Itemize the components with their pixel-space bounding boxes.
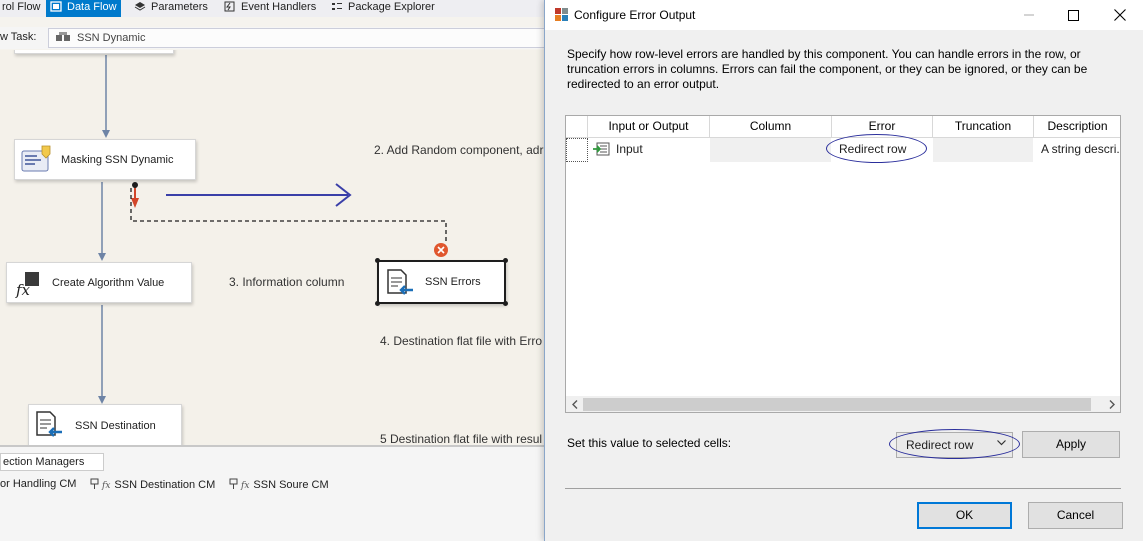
tab-control-flow[interactable]: rol Flow — [0, 0, 45, 17]
grid-header: Input or Output Column Error Truncation … — [566, 116, 1120, 138]
annotation-step-5[interactable]: 5 Destination flat file with resul — [380, 432, 542, 445]
maximize-icon — [1068, 9, 1079, 21]
close-icon — [1113, 9, 1126, 21]
cell-description[interactable]: A string descri... — [1034, 138, 1120, 162]
parameters-icon — [134, 2, 146, 11]
flow-node-masking-ssn-dynamic[interactable]: Masking SSN Dynamic — [14, 139, 196, 180]
column-header-input-or-output[interactable]: Input or Output — [588, 116, 710, 138]
horizontal-scrollbar[interactable] — [566, 396, 1120, 412]
annotation-step-2[interactable]: 2. Add Random component, adr — [374, 143, 543, 157]
tab-event-handlers[interactable]: Event Handlers — [220, 0, 320, 17]
expression-icon: fx — [241, 481, 250, 491]
dialog-app-icon — [555, 8, 568, 21]
flat-file-destination-icon — [387, 269, 413, 295]
cancel-button[interactable]: Cancel — [1028, 502, 1123, 529]
script-component-icon — [21, 145, 51, 172]
event-handlers-icon — [224, 1, 235, 12]
tab-parameters[interactable]: Parameters — [130, 0, 212, 17]
dialog-separator — [565, 488, 1121, 489]
data-flow-icon — [50, 1, 62, 12]
column-header-description[interactable]: Description — [1034, 116, 1120, 138]
input-icon — [593, 142, 610, 156]
flow-node-ssn-errors[interactable]: SSN Errors — [375, 258, 508, 306]
node-label: SSN Errors — [425, 276, 481, 288]
data-flow-task-icon — [56, 32, 70, 41]
expression-icon: fx — [102, 481, 111, 491]
connection-pin-icon — [90, 478, 99, 489]
node-label: Create Algorithm Value — [52, 276, 165, 289]
column-header-truncation[interactable]: Truncation — [933, 116, 1034, 138]
cell-truncation[interactable] — [933, 138, 1034, 162]
minimize-icon — [1023, 14, 1034, 16]
data-flow-task-combo[interactable]: SSN Dynamic — [48, 28, 568, 48]
svg-text:fx: fx — [15, 281, 31, 298]
annotation-step-3[interactable]: 3. Information column — [229, 275, 344, 289]
highlight-circle-set-value — [889, 429, 1020, 459]
node-label: Masking SSN Dynamic — [61, 153, 174, 166]
resize-handle[interactable] — [503, 301, 508, 306]
configure-error-output-dialog: Configure Error Output Specify how row-l… — [544, 0, 1143, 541]
tab-data-flow[interactable]: Data Flow — [46, 0, 121, 17]
cell-column[interactable] — [710, 138, 832, 162]
chevron-left-icon — [571, 400, 577, 409]
derived-column-icon: fx — [15, 272, 39, 298]
column-header-column[interactable]: Column — [710, 116, 832, 138]
dialog-description: Specify how row-level errors are handled… — [567, 47, 1088, 91]
error-output-grid[interactable]: Input or Output Column Error Truncation … — [565, 115, 1121, 413]
scroll-left-button[interactable] — [566, 396, 583, 412]
ok-button[interactable]: OK — [917, 502, 1012, 529]
flat-file-destination-icon — [36, 411, 62, 437]
grid-corner-header — [566, 116, 588, 138]
resize-handle[interactable] — [375, 301, 380, 306]
close-button[interactable] — [1097, 0, 1142, 30]
maximize-button[interactable] — [1051, 0, 1096, 30]
connection-manager-item[interactable]: fx SSN Soure CM — [229, 478, 329, 491]
minimize-button[interactable] — [1006, 0, 1051, 30]
apply-button[interactable]: Apply — [1022, 431, 1120, 458]
resize-handle[interactable] — [503, 258, 508, 263]
flow-node-source-partial[interactable] — [14, 50, 174, 54]
chevron-right-icon — [1109, 400, 1115, 409]
dialog-title-bar[interactable]: Configure Error Output — [545, 0, 1143, 30]
cell-input-or-output[interactable]: Input — [588, 138, 710, 162]
node-label: SSN Destination — [75, 420, 156, 432]
resize-handle[interactable] — [375, 258, 380, 263]
set-value-label: Set this value to selected cells: — [567, 436, 732, 450]
tab-package-explorer[interactable]: Package Explorer — [327, 0, 439, 17]
scrollbar-thumb[interactable] — [583, 398, 1091, 411]
dialog-title: Configure Error Output — [574, 8, 696, 22]
connection-pin-icon — [229, 478, 238, 489]
scroll-right-button[interactable] — [1103, 396, 1120, 412]
connection-manager-item[interactable]: fx SSN Destination CM — [90, 478, 215, 491]
data-flow-task-label: w Task: — [0, 31, 37, 43]
flow-node-ssn-destination[interactable]: SSN Destination — [28, 404, 182, 445]
connection-manager-item[interactable]: or Handling CM — [0, 478, 76, 490]
package-explorer-icon — [332, 3, 342, 10]
connection-managers-tab[interactable]: ection Managers — [0, 453, 104, 471]
flow-node-create-algorithm-value[interactable]: fx Create Algorithm Value — [6, 262, 192, 303]
annotation-step-4[interactable]: 4. Destination flat file with Erro — [380, 334, 542, 348]
highlight-circle-error-cell — [826, 134, 927, 163]
